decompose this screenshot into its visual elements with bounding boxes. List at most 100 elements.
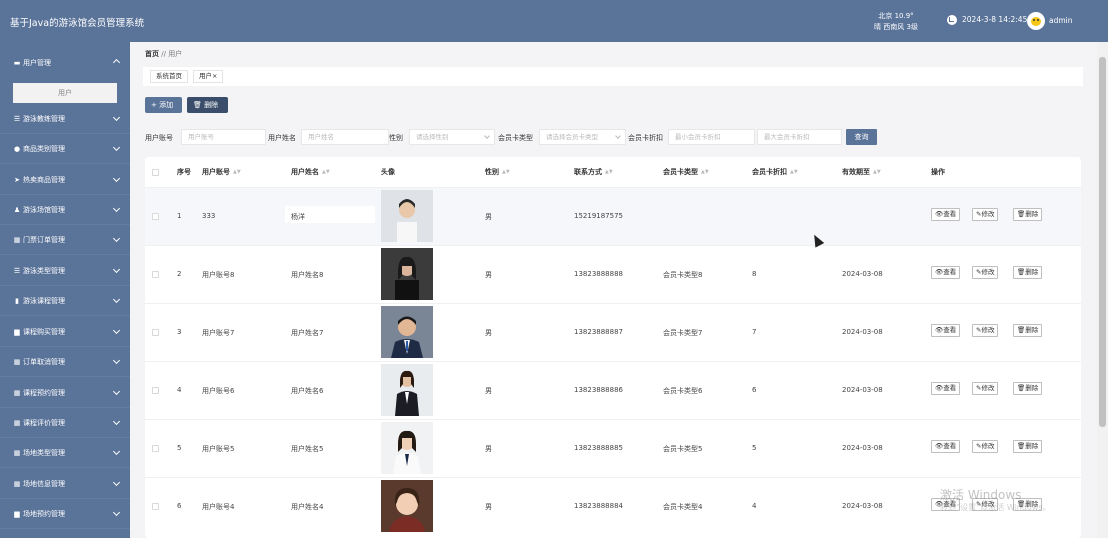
row-checkbox[interactable]	[152, 271, 159, 278]
page-scrollbar[interactable]	[1097, 42, 1108, 538]
cell-account: 用户账号5	[202, 445, 235, 453]
row-checkbox[interactable]	[152, 213, 159, 220]
discount-min-input[interactable]: 最小会员卡折扣	[668, 129, 755, 145]
row-checkbox[interactable]	[152, 387, 159, 394]
user-avatar[interactable]	[1027, 12, 1045, 30]
cell-phone: 13823888885	[574, 444, 623, 452]
avatar-photo	[381, 480, 433, 532]
col-name[interactable]: 用户姓名 ▲▼	[291, 167, 330, 177]
table-row[interactable]: 1 333 杨洋 男 15219187575 👁查看 ✎修改 🗑删除	[145, 187, 1081, 245]
edit-button[interactable]: ✎修改	[972, 382, 999, 395]
view-button[interactable]: 👁查看	[931, 208, 961, 221]
cell-discount: 7	[752, 328, 757, 336]
delete-row-button[interactable]: 🗑删除	[1013, 440, 1043, 453]
box-icon: ▆	[14, 327, 20, 336]
sidebar-item-category[interactable]: ● 商品类别管理	[0, 134, 130, 164]
col-account[interactable]: 用户账号 ▲▼	[202, 167, 241, 177]
cell-discount: 6	[752, 386, 757, 394]
cell-account: 333	[202, 212, 216, 220]
sort-icon[interactable]: ▲▼	[873, 169, 881, 175]
sidebar-subitem-user[interactable]: 用户	[13, 83, 117, 103]
breadcrumb-home[interactable]: 首页	[145, 50, 159, 58]
view-button[interactable]: 👁查看	[931, 324, 961, 337]
send-icon: ➤	[14, 175, 20, 184]
row-checkbox[interactable]	[152, 329, 159, 336]
tab-home[interactable]: 系统首页	[150, 70, 188, 83]
table-row[interactable]: 3 用户账号7 用户姓名7 男 13823888887 会员卡类型7 7 202…	[145, 303, 1081, 361]
view-button[interactable]: 👁查看	[931, 440, 961, 453]
edit-button[interactable]: ✎修改	[972, 440, 999, 453]
sort-icon[interactable]: ▲▼	[322, 169, 330, 175]
sidebar-item-order-cancel[interactable]: ▦ 订单取消管理	[0, 347, 130, 377]
cell-expire: 2024-03-08	[842, 386, 883, 394]
select-all-checkbox[interactable]	[152, 169, 159, 176]
close-icon[interactable]: ×	[212, 72, 217, 80]
list-icon: ☰	[13, 114, 21, 123]
table-row[interactable]: 5 用户账号5 用户姓名5 男 13823888885 会员卡类型5 5 202…	[145, 419, 1081, 477]
sidebar-item-user-management[interactable]: ▬ 用户管理	[0, 47, 130, 78]
table-row[interactable]: 2 用户账号8 用户姓名8 男 13823888888 会员卡类型8 8 202…	[145, 245, 1081, 303]
sort-icon[interactable]: ▲▼	[233, 169, 241, 175]
edit-button[interactable]: ✎修改	[972, 324, 999, 337]
tab-user[interactable]: 用户×	[193, 70, 224, 83]
delete-row-button[interactable]: 🗑删除	[1013, 382, 1043, 395]
search-button[interactable]: 查询	[846, 129, 877, 145]
delete-row-button[interactable]: 🗑删除	[1013, 266, 1043, 279]
sort-icon[interactable]: ▲▼	[605, 169, 613, 175]
col-discount[interactable]: 会员卡折扣 ▲▼	[752, 167, 798, 177]
sidebar-item-site-booking[interactable]: ▆ 场地预约管理	[0, 499, 130, 529]
cell-discount: 5	[752, 444, 757, 452]
view-button[interactable]: 👁查看	[931, 266, 961, 279]
sidebar-item-course-purchase[interactable]: ▆ 课程购买管理	[0, 317, 130, 347]
delete-button[interactable]: 🗑 删除	[187, 97, 228, 113]
col-phone[interactable]: 联系方式 ▲▼	[574, 167, 613, 177]
sidebar-item-venue[interactable]: ♟ 游泳场馆管理	[0, 195, 130, 225]
gender-select[interactable]: 请选择性别	[409, 129, 495, 145]
cell-name: 用户姓名4	[291, 503, 324, 511]
add-button[interactable]: + 添加	[145, 97, 182, 113]
cell-index: 1	[177, 212, 182, 220]
activation-watermark-sub: 转到“设置”以激活 Windows。	[940, 503, 1051, 512]
chevron-down-icon	[112, 478, 121, 487]
account-input[interactable]: 用户账号	[181, 129, 266, 145]
card-type-select[interactable]: 请选择会员卡类型	[539, 129, 626, 145]
sidebar-item-course-booking[interactable]: ▦ 课程预约管理	[0, 378, 130, 408]
cell-gender: 男	[485, 503, 492, 511]
main-content: 首页 // 用户 系统首页 用户× + 添加 🗑 删除 用户账号 用户账号 用户…	[130, 42, 1096, 538]
col-gender[interactable]: 性别 ▲▼	[485, 167, 510, 177]
sort-icon[interactable]: ▲▼	[790, 169, 798, 175]
edit-button[interactable]: ✎修改	[972, 208, 999, 221]
col-expire[interactable]: 有效期至 ▲▼	[842, 167, 881, 177]
cell-name: 用户姓名5	[291, 445, 324, 453]
row-checkbox[interactable]	[152, 445, 159, 452]
name-label: 用户姓名	[268, 134, 296, 142]
sidebar-item-site-info[interactable]: ▦ 场地信息管理	[0, 469, 130, 499]
user-icon: ♟	[13, 205, 21, 214]
sidebar-item-site-type[interactable]: ▦ 场地类型管理	[0, 438, 130, 468]
view-button[interactable]: 👁查看	[931, 382, 961, 395]
sidebar-item-swim-type[interactable]: ☰ 游泳类型管理	[0, 256, 130, 286]
sidebar-item-course-review[interactable]: ▦ 课程评价管理	[0, 408, 130, 438]
sort-icon[interactable]: ▲▼	[502, 169, 510, 175]
list-icon: ☰	[13, 266, 21, 275]
delete-row-button[interactable]: 🗑删除	[1013, 208, 1043, 221]
sort-icon[interactable]: ▲▼	[701, 169, 709, 175]
sidebar-item-coach[interactable]: ☰ 游泳教练管理	[0, 104, 130, 134]
sidebar-item-hot-goods[interactable]: ➤ 热卖商品管理	[0, 165, 130, 195]
delete-row-button[interactable]: 🗑删除	[1013, 324, 1043, 337]
cell-phone: 13823888888	[574, 270, 623, 278]
tab-bar: 系统首页 用户×	[143, 67, 1083, 86]
edit-button[interactable]: ✎修改	[972, 266, 999, 279]
chevron-down-icon	[112, 204, 121, 213]
name-input[interactable]: 用户姓名	[301, 129, 389, 145]
breadcrumb-separator: //	[161, 50, 166, 58]
scroll-thumb[interactable]	[1099, 57, 1106, 427]
row-checkbox[interactable]	[152, 503, 159, 510]
sidebar-item-ticket-order[interactable]: ▦ 门票订单管理	[0, 225, 130, 255]
discount-max-input[interactable]: 最大会员卡折扣	[757, 129, 842, 145]
sidebar-item-course[interactable]: ▮ 游泳课程管理	[0, 286, 130, 316]
grid-icon: ▦	[13, 235, 21, 244]
col-card-type[interactable]: 会员卡类型 ▲▼	[663, 167, 709, 177]
username[interactable]: admin	[1049, 16, 1073, 25]
table-row[interactable]: 4 用户账号6 用户姓名6 男 13823888886 会员卡类型6 6 202…	[145, 361, 1081, 419]
